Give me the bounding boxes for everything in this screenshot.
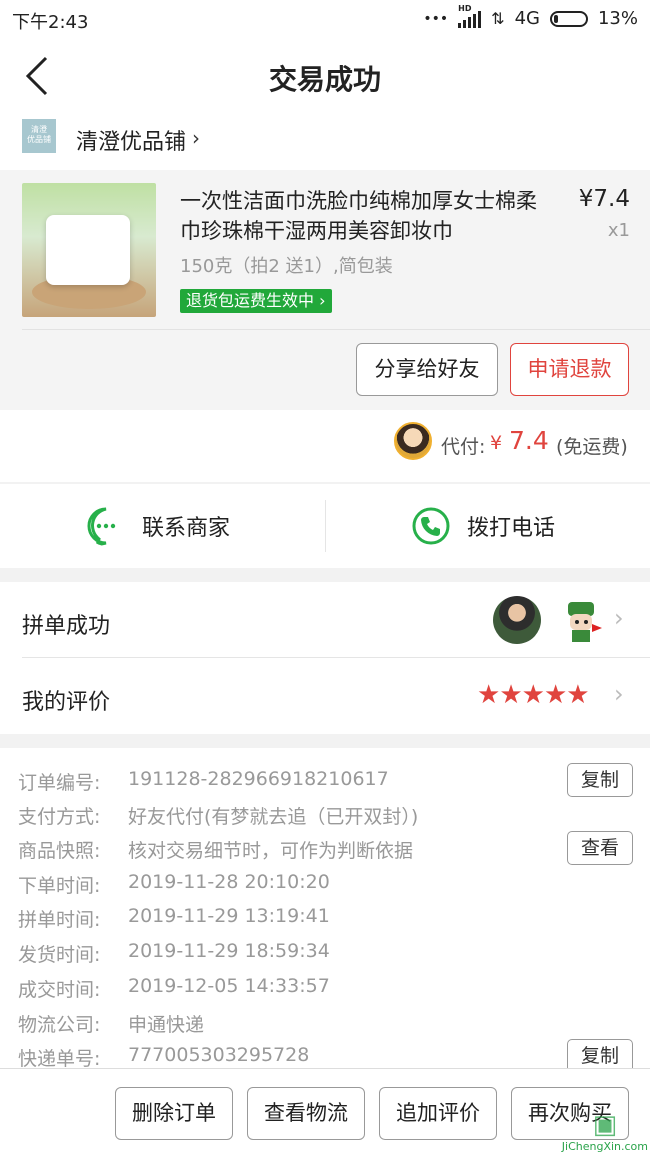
phone-icon[interactable] <box>411 506 451 546</box>
view-logistics-button[interactable]: 查看物流 <box>247 1087 365 1140</box>
payment-row: 代付: ¥ 7.4 (免运费) <box>0 410 650 482</box>
contact-bar: 联系商家 拨打电话 <box>0 484 650 568</box>
battery-percent: 13% <box>597 8 638 29</box>
payment-method-label: 支付方式: <box>18 806 101 828</box>
order-time-value: 2019-11-28 20:10:20 <box>128 871 330 893</box>
status-indicators: ••• HD ⇅ 4G 13% <box>423 4 638 30</box>
star-icon: ★ <box>543 680 567 710</box>
shop-logo: 清澄 优品铺 <box>22 119 56 153</box>
deal-time-label: 成交时间: <box>18 979 101 1001</box>
payment-method-value: 好友代付(有梦就去追（已开双封）) <box>128 806 419 828</box>
hd-label: HD <box>458 3 472 13</box>
payment-currency: ¥ <box>490 432 503 454</box>
share-to-friend-button[interactable]: 分享给好友 <box>356 343 498 396</box>
apply-refund-button[interactable]: 申请退款 <box>510 343 629 396</box>
divider <box>325 500 326 552</box>
add-review-button[interactable]: 追加评价 <box>379 1087 497 1140</box>
site-watermark: ▣ JiChengXin.com <box>562 1110 648 1153</box>
star-icon: ★ <box>521 680 545 710</box>
product-price: ¥7.4 <box>578 186 630 212</box>
order-info-section: 订单编号: 191128-282966918210617 复制 支付方式: 好友… <box>0 748 650 1073</box>
chevron-right-icon: › <box>192 126 200 150</box>
data-arrows-icon: ⇅ <box>491 9 505 28</box>
call-phone-button[interactable]: 拨打电话 <box>467 510 555 542</box>
order-time-label: 下单时间: <box>18 875 101 897</box>
product-image[interactable] <box>22 183 156 317</box>
watermark-text: JiChengXin.com <box>561 1140 648 1153</box>
deal-time-value: 2019-12-05 14:33:57 <box>128 975 330 997</box>
badge-label: 退货包运费生效中 <box>186 291 315 310</box>
tracking-number-label: 快递单号: <box>18 1048 101 1070</box>
courier-label: 物流公司: <box>18 1014 101 1036</box>
watermark-logo: ▣ <box>592 1110 618 1140</box>
group-time-label: 拼单时间: <box>18 909 101 931</box>
network-type: 4G <box>514 8 540 29</box>
page-title: 交易成功 <box>268 63 381 96</box>
return-shipping-badge[interactable]: 退货包运费生效中 › <box>180 289 332 313</box>
shipping-note: (免运费) <box>556 436 628 458</box>
ship-time-value: 2019-11-29 18:59:34 <box>128 940 330 962</box>
payment-label: 代付: <box>441 436 486 458</box>
order-number-value: 191128-282966918210617 <box>128 768 389 790</box>
rating-stars: ★★★★★ <box>477 680 590 710</box>
contact-merchant-button[interactable]: 联系商家 <box>142 510 230 542</box>
snapshot-value: 核对交易细节时，可作为判断依据 <box>128 840 414 862</box>
member-avatar <box>568 602 602 642</box>
star-icon: ★ <box>477 680 500 710</box>
chevron-right-icon: › <box>314 291 326 310</box>
product-title[interactable]: 一次性洁面巾洗脸巾纯棉加厚女士棉柔巾珍珠棉干湿两用美容卸妆巾 <box>180 186 550 246</box>
shop-row[interactable]: 清澄 优品铺 清澄优品铺 › <box>0 108 650 170</box>
payer-avatar <box>394 422 432 460</box>
product-quantity: x1 <box>607 220 630 241</box>
order-number-label: 订单编号: <box>18 772 101 794</box>
star-icon: ★ <box>499 680 522 710</box>
snapshot-label: 商品快照: <box>18 840 101 862</box>
shop-name[interactable]: 清澄优品铺 <box>76 124 186 156</box>
view-snapshot-button[interactable]: 查看 <box>567 831 633 865</box>
chevron-right-icon[interactable]: › <box>614 604 624 632</box>
courier-value: 申通快递 <box>128 1014 205 1036</box>
star-icon: ★ <box>566 680 589 710</box>
my-review-label[interactable]: 我的评价 <box>22 684 110 716</box>
tracking-number-value: 777005303295728 <box>128 1044 310 1066</box>
header: 交易成功 <box>0 38 650 108</box>
group-success-label[interactable]: 拼单成功 <box>22 608 110 640</box>
bottom-action-bar: 删除订单 查看物流 追加评价 再次购买 ▣ JiChengXin.com <box>0 1068 650 1155</box>
product-card: 一次性洁面巾洗脸巾纯棉加厚女士棉柔巾珍珠棉干湿两用美容卸妆巾 ¥7.4 x1 1… <box>0 170 650 410</box>
group-time-value: 2019-11-29 13:19:41 <box>128 905 330 927</box>
payment-amount: 7.4 <box>509 426 549 455</box>
notification-dots-icon: ••• <box>423 10 449 27</box>
group-review-section: 拼单成功 › 我的评价 ★★★★★ › <box>0 582 650 734</box>
chat-icon[interactable] <box>86 506 126 546</box>
divider <box>22 329 650 330</box>
delete-order-button[interactable]: 删除订单 <box>115 1087 233 1140</box>
status-time: 下午2:43 <box>12 12 89 33</box>
battery-icon <box>549 10 588 27</box>
ship-time-label: 发货时间: <box>18 944 101 966</box>
member-avatar <box>493 596 541 644</box>
chevron-right-icon[interactable]: › <box>614 680 624 708</box>
status-bar: 下午2:43 ••• HD ⇅ 4G 13% <box>0 0 650 38</box>
divider <box>22 657 650 658</box>
product-spec: 150克（拍2 送1）,简包装 <box>180 256 393 277</box>
signal-icon: HD <box>458 4 482 28</box>
copy-order-number-button[interactable]: 复制 <box>567 763 633 797</box>
